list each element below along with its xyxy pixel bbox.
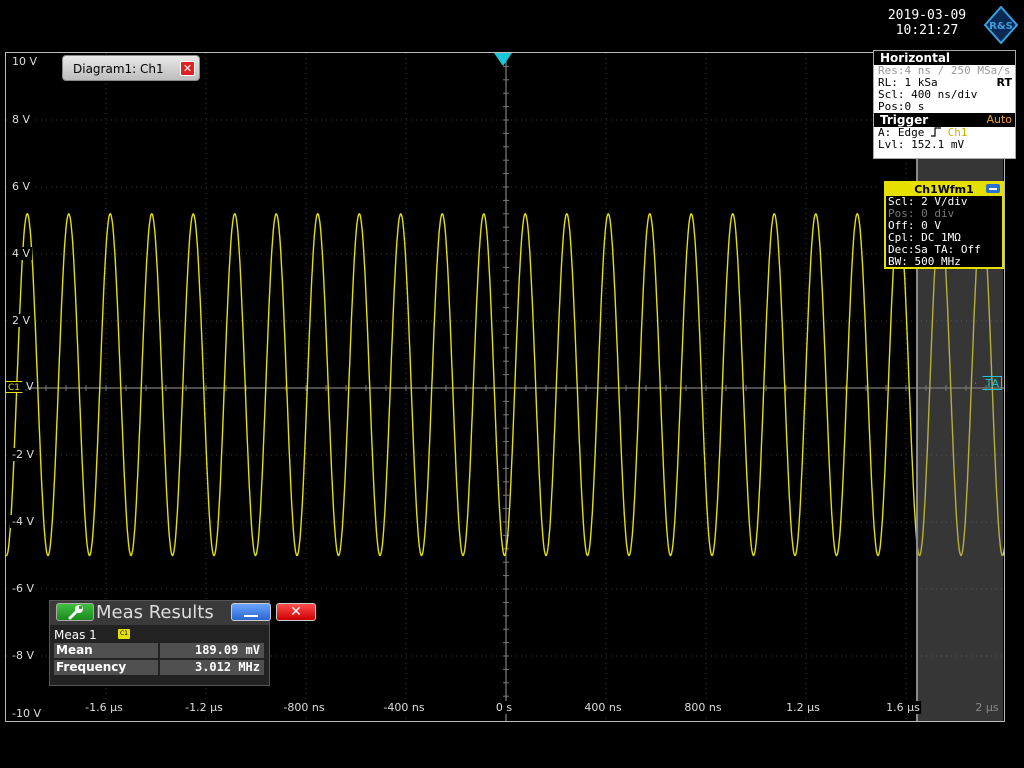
x-tick-label: -400 ns: [382, 701, 426, 714]
ch1-panel-header: Ch1Wfm1: [886, 183, 1002, 196]
x-tick-label: 400 ns: [583, 701, 623, 714]
x-tick-label: 2 µs: [975, 701, 999, 714]
measurement-value: 3.012 MHz: [160, 660, 264, 675]
diagram-title: Diagram1: Ch1: [73, 62, 164, 76]
horizontal-header: Horizontal: [874, 51, 1015, 65]
measurement-minimize-button[interactable]: [231, 603, 271, 621]
x-tick-label: 800 ns: [683, 701, 723, 714]
trigger-mode: Auto: [986, 113, 1012, 126]
measurement-value: 189.09 mV: [160, 643, 264, 658]
ch1-panel-title: Ch1Wfm1: [914, 183, 974, 196]
measurement-name: Mean: [54, 643, 158, 658]
rs-logo-icon: R&S: [984, 6, 1018, 44]
x-tick-label: -800 ns: [282, 701, 326, 714]
y-tick-label: -4 V: [10, 515, 36, 528]
x-tick-label: -1.2 µs: [184, 701, 224, 714]
horizontal-trigger-panel[interactable]: Horizontal Res:4 ns / 250 MSa/s RL: 1 kS…: [873, 50, 1016, 159]
ch1-bandwidth: BW: 500 MHz: [888, 255, 961, 268]
y-tick-label: -8 V: [10, 649, 36, 662]
datetime: 2019-03-09 10:21:27: [872, 8, 982, 38]
measurement-settings-button[interactable]: [56, 603, 94, 621]
y-tick-label: 10 V: [10, 55, 40, 68]
measurement-results-box[interactable]: Meas Results ✕ Meas 1 C1 Mean 189.09 mV …: [49, 600, 316, 686]
diagram-close-button[interactable]: ✕: [180, 61, 195, 76]
y-tick-label: 8 V: [10, 113, 33, 126]
date-text: 2019-03-09: [887, 8, 967, 23]
x-tick-label: -1.6 µs: [84, 701, 124, 714]
measurement-title: Meas Results: [96, 602, 214, 623]
y-tick-label: 2 V: [10, 314, 33, 327]
rising-edge-icon: [930, 127, 941, 137]
ch1-panel-minimize-button[interactable]: [986, 184, 1000, 193]
close-icon: ✕: [290, 604, 302, 620]
trigger-position-marker[interactable]: [494, 53, 512, 66]
trigger-level: Lvl: 152.1 mV: [878, 138, 965, 151]
time-text: 10:21:27: [895, 23, 959, 38]
y-tick-label: -10 V: [10, 707, 43, 720]
measurement-name: Frequency: [54, 660, 158, 675]
trigger-header-text: Trigger: [880, 113, 929, 127]
x-tick-label: 0 s: [494, 701, 514, 714]
measurement-row: Frequency 3.012 MHz: [54, 660, 264, 675]
diagram-tab[interactable]: Diagram1: Ch1 ✕: [62, 55, 200, 81]
y-tick-label: -2 V: [10, 448, 36, 461]
x-tick-label: 1.2 µs: [785, 701, 821, 714]
measurement-source-badge: C1: [118, 629, 130, 639]
y-tick-label: 6 V: [10, 180, 33, 193]
ch1-waveform-panel[interactable]: Ch1Wfm1 Scl: 2 V/div Pos: 0 div Off: 0 V…: [884, 181, 1004, 269]
logo-text: R&S: [989, 21, 1013, 32]
measurement-close-button[interactable]: ✕: [276, 603, 316, 621]
trigger-header: Trigger Auto: [874, 113, 1015, 127]
y-tick-label: 4 V: [10, 247, 33, 260]
measurement-label: Meas 1: [54, 628, 97, 642]
y-tick-label: -6 V: [10, 582, 36, 595]
acquisition-mode: RT: [996, 76, 1012, 89]
x-tick-label: 1.6 µs: [885, 701, 921, 714]
measurement-row: Mean 189.09 mV: [54, 643, 264, 658]
horizontal-position: Pos:0 s: [878, 100, 925, 113]
y-zero-label: V: [26, 380, 34, 393]
wrench-icon: [68, 605, 83, 620]
close-icon: ✕: [182, 62, 193, 75]
